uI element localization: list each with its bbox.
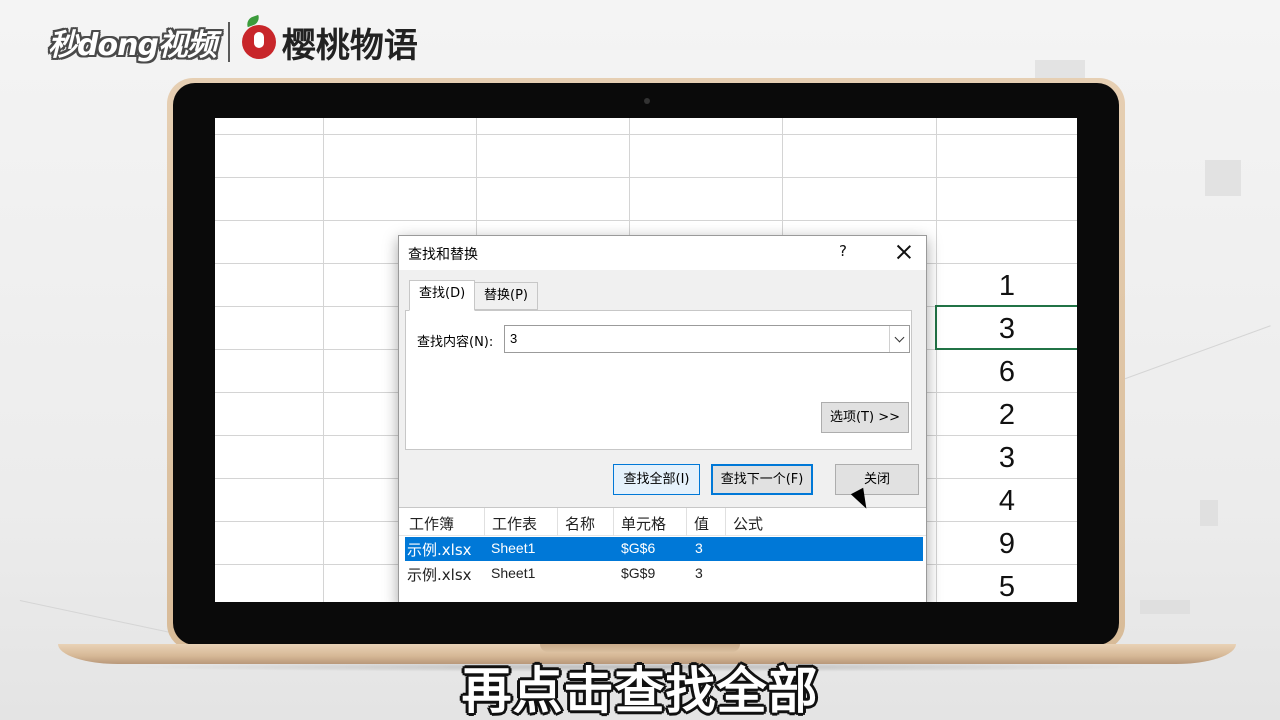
find-what-input[interactable]: 3: [504, 325, 910, 353]
cell-g10[interactable]: 4: [937, 480, 1077, 523]
results-list: 工作簿 工作表 名称 单元格 值 公式 示例.xlsx Sheet1 $G$6 …: [399, 507, 926, 602]
grid-line: [215, 177, 1077, 178]
result-row[interactable]: 示例.xlsx Sheet1 $G$6 3: [405, 537, 923, 561]
watermark: 秒dong视频 樱桃物语: [48, 12, 418, 72]
camera-icon: [644, 98, 650, 104]
cell-g8[interactable]: 2: [937, 394, 1077, 437]
spreadsheet-screen: 1 3 6 2 3 4 9 5 查找和替换 ? 查找(D) 替换(P) 查找内容…: [215, 118, 1077, 602]
column-value[interactable]: 值: [694, 513, 709, 534]
active-cell-border: [935, 305, 1077, 350]
cell-g11[interactable]: 9: [937, 523, 1077, 566]
help-button[interactable]: ?: [839, 242, 847, 260]
options-button[interactable]: 选项(T) >>: [821, 402, 909, 433]
watermark-brand-left: 秒dong视频: [48, 28, 217, 63]
result-cell: $G$9: [621, 565, 656, 581]
find-tab-panel: 查找内容(N): 3 选项(T) >>: [405, 310, 912, 450]
result-sheet: Sheet1: [491, 540, 536, 556]
find-what-value: 3: [510, 331, 518, 346]
result-value: 3: [695, 540, 703, 556]
grid-line: [215, 220, 1077, 221]
result-workbook: 示例.xlsx: [407, 541, 472, 559]
result-cell: $G$6: [621, 540, 656, 556]
column-sheet[interactable]: 工作表: [492, 513, 537, 534]
dialog-title: 查找和替换: [408, 247, 478, 263]
watermark-brand-right: 樱桃物语: [281, 25, 418, 66]
result-row[interactable]: 示例.xlsx Sheet1 $G$9 3: [405, 562, 923, 586]
cell-g7[interactable]: 6: [937, 351, 1077, 394]
cherry-logo-icon: [241, 25, 276, 59]
video-subtitle: 再点击查找全部: [461, 662, 819, 720]
cell-g5[interactable]: 1: [937, 265, 1077, 308]
background-line: [1120, 325, 1271, 381]
tab-replace[interactable]: 替换(P): [474, 282, 538, 310]
result-value: 3: [695, 565, 703, 581]
column-divider[interactable]: [686, 508, 687, 536]
find-replace-dialog: 查找和替换 ? 查找(D) 替换(P) 查找内容(N): 3 选项(T) >> …: [398, 235, 927, 602]
background-decoration: [1140, 600, 1190, 614]
grid-line: [323, 118, 324, 602]
tab-find[interactable]: 查找(D): [409, 280, 476, 311]
column-divider[interactable]: [484, 508, 485, 536]
cell-g9[interactable]: 3: [937, 437, 1077, 480]
dialog-title-bar[interactable]: 查找和替换 ?: [399, 236, 926, 270]
background-decoration: [1205, 160, 1241, 196]
column-divider[interactable]: [557, 508, 558, 536]
column-divider[interactable]: [613, 508, 614, 536]
find-all-button[interactable]: 查找全部(I): [613, 464, 700, 495]
background-decoration: [1035, 60, 1085, 80]
background-decoration: [1200, 500, 1218, 526]
watermark-separator: [227, 22, 230, 62]
column-name[interactable]: 名称: [565, 513, 595, 534]
grid-line: [215, 134, 1077, 135]
close-icon[interactable]: [891, 239, 917, 265]
column-divider[interactable]: [725, 508, 726, 536]
find-what-label: 查找内容(N):: [417, 335, 494, 350]
column-workbook[interactable]: 工作簿: [409, 513, 454, 534]
cell-g12[interactable]: 5: [937, 566, 1077, 602]
result-workbook: 示例.xlsx: [407, 566, 472, 584]
close-button[interactable]: 关闭: [835, 464, 919, 495]
result-sheet: Sheet1: [491, 565, 536, 581]
column-formula[interactable]: 公式: [733, 513, 763, 534]
column-cell[interactable]: 单元格: [621, 513, 666, 534]
chevron-down-icon[interactable]: [889, 326, 909, 352]
find-next-button[interactable]: 查找下一个(F): [711, 464, 813, 495]
results-header: 工作簿 工作表 名称 单元格 值 公式: [399, 508, 926, 536]
